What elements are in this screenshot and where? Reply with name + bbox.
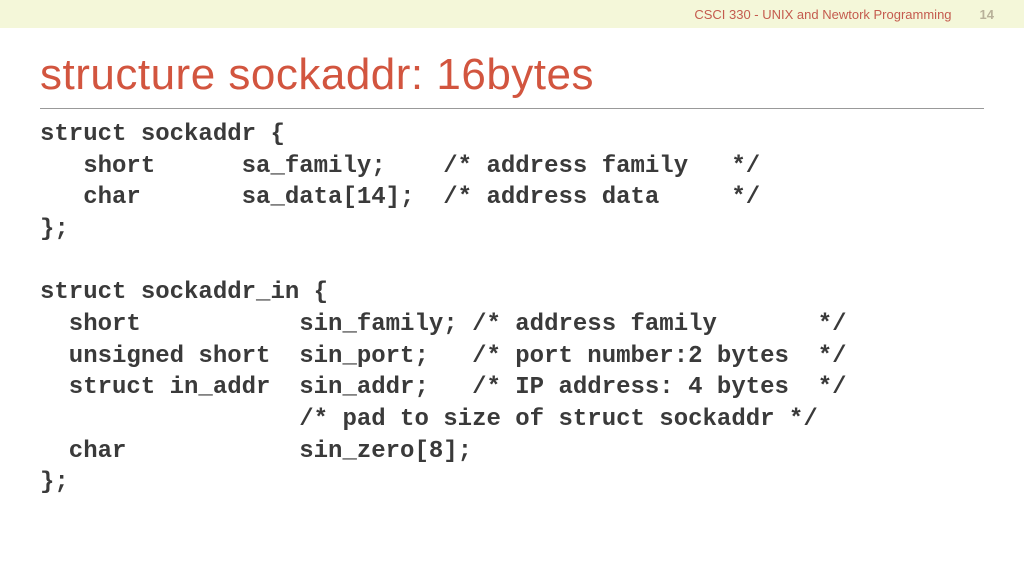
slide-header: CSCI 330 - UNIX and Newtork Programming … — [0, 0, 1024, 28]
slide-title: structure sockaddr: 16bytes — [40, 50, 984, 109]
slide-content: structure sockaddr: 16bytes struct socka… — [0, 28, 1024, 499]
page-number: 14 — [980, 7, 994, 22]
code-block: struct sockaddr { short sa_family; /* ad… — [40, 119, 984, 499]
course-label: CSCI 330 - UNIX and Newtork Programming — [694, 7, 951, 22]
